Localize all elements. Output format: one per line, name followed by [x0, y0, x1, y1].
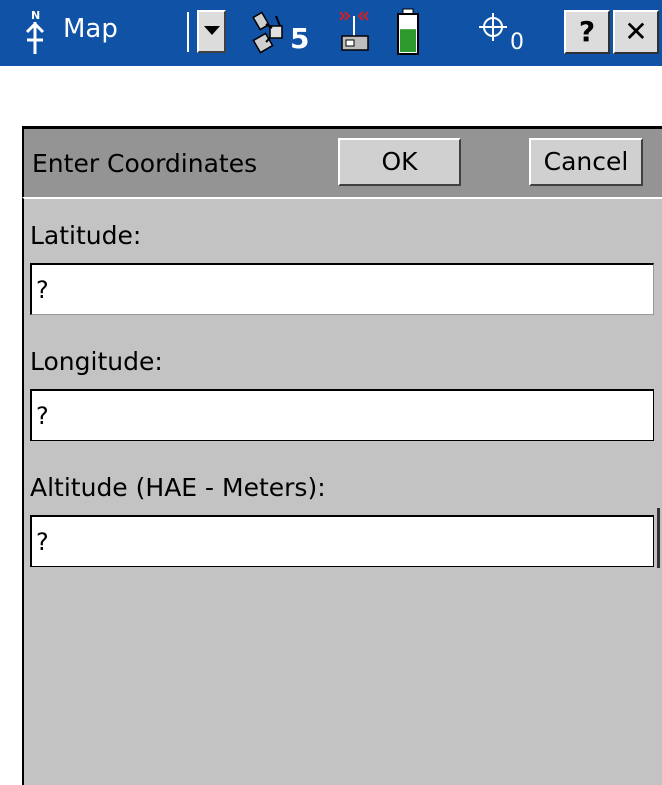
app-menu-dropdown-button[interactable]: [197, 10, 226, 53]
cancel-button[interactable]: Cancel: [529, 138, 643, 186]
waypoint-count: 0: [510, 30, 524, 55]
latitude-label: Latitude:: [30, 221, 142, 250]
satellite-count: 5: [290, 22, 310, 55]
left-margin: [0, 66, 22, 785]
crosshair-icon[interactable]: [478, 12, 508, 42]
dialog-header: Enter Coordinates OK Cancel: [22, 129, 662, 197]
close-button[interactable]: ✕: [613, 10, 659, 54]
satellite-icon[interactable]: [252, 6, 288, 58]
battery-icon[interactable]: [396, 8, 420, 56]
dropdown-divider: [187, 12, 189, 52]
radio-link-icon[interactable]: [334, 8, 382, 56]
longitude-label: Longitude:: [30, 347, 163, 376]
north-arrow-icon[interactable]: N: [22, 8, 48, 56]
help-button[interactable]: ?: [564, 10, 610, 54]
svg-text:N: N: [31, 9, 40, 22]
altitude-input[interactable]: [30, 515, 654, 567]
ok-button[interactable]: OK: [338, 138, 461, 186]
scrollbar-edge[interactable]: [657, 508, 660, 568]
chevron-down-icon: [204, 26, 220, 35]
title-bar: N Map 5 0 ? ✕: [0, 0, 662, 66]
screen: N Map 5 0 ? ✕ Enter Coordinates OK Cance…: [0, 0, 662, 785]
latitude-input[interactable]: [30, 263, 654, 315]
blank-toolbar-area: [22, 66, 662, 128]
longitude-input[interactable]: [30, 389, 654, 441]
app-title[interactable]: Map: [63, 14, 118, 44]
dialog-title: Enter Coordinates: [32, 149, 258, 178]
altitude-label: Altitude (HAE - Meters):: [30, 473, 326, 502]
coordinate-form: Latitude: Longitude: Altitude (HAE - Met…: [22, 197, 662, 785]
